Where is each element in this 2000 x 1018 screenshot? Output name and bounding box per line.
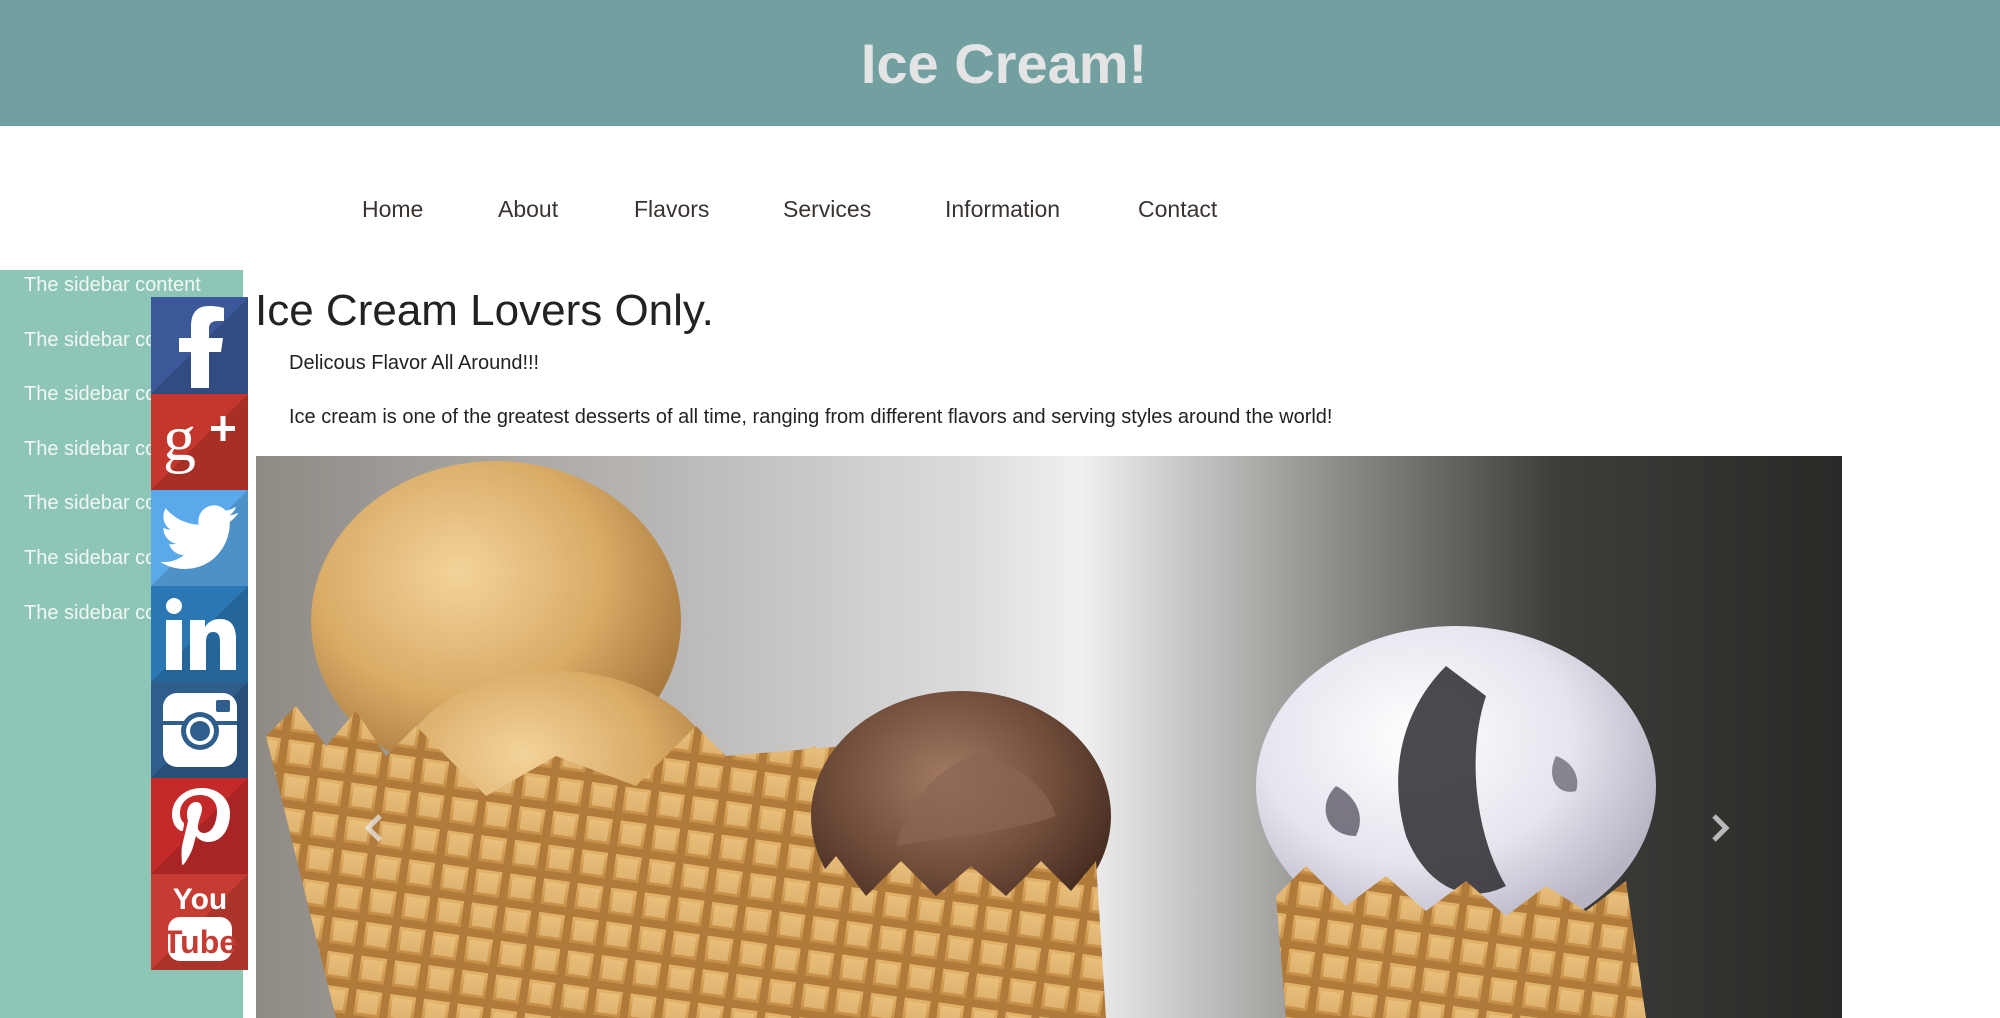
facebook-icon (178, 305, 224, 388)
linkedin-icon (165, 598, 236, 670)
carousel-prev-button[interactable] (354, 808, 394, 848)
instagram-icon (162, 693, 237, 767)
youtube-icon: You Tube (162, 883, 237, 961)
ice-cream-cones-image (266, 461, 1656, 1018)
twitter-button[interactable] (151, 490, 248, 586)
instagram-button[interactable] (151, 682, 248, 778)
page-heading: Ice Cream Lovers Only. (255, 286, 714, 335)
google-plus-button[interactable]: g (151, 394, 248, 490)
nav-contact[interactable]: Contact (1138, 196, 1217, 223)
intro-text: Ice cream is one of the greatest dessert… (289, 406, 1333, 428)
site-header: Ice Cream! (0, 0, 2000, 126)
main-content: Ice Cream Lovers Only. Delicous Flavor A… (243, 270, 2000, 1018)
site-title: Ice Cream! (860, 31, 1148, 95)
chevron-left-icon (364, 814, 382, 842)
carousel-next-button[interactable] (1700, 808, 1740, 848)
pinterest-icon (171, 788, 230, 865)
pinterest-button[interactable] (151, 778, 248, 874)
nav-flavors[interactable]: Flavors (634, 196, 709, 223)
youtube-label-bottom: Tube (162, 924, 236, 960)
youtube-button[interactable]: You Tube (151, 874, 248, 970)
chevron-right-icon (1712, 814, 1730, 842)
tagline: Delicous Flavor All Around!!! (289, 352, 540, 374)
nav-about[interactable]: About (498, 196, 558, 223)
linkedin-button[interactable] (151, 586, 248, 682)
nav-home[interactable]: Home (362, 196, 423, 223)
youtube-label-top: You (172, 883, 226, 916)
nav-information[interactable]: Information (945, 196, 1060, 223)
nav-services[interactable]: Services (783, 196, 871, 223)
google-plus-icon: g (163, 402, 235, 475)
twitter-icon (159, 505, 238, 570)
image-carousel[interactable] (256, 456, 1842, 1018)
sidebar-item[interactable]: The sidebar content (24, 274, 201, 297)
svg-text:g: g (163, 402, 196, 475)
facebook-button[interactable] (151, 297, 248, 394)
social-share-bar: g You Tube (151, 297, 248, 970)
